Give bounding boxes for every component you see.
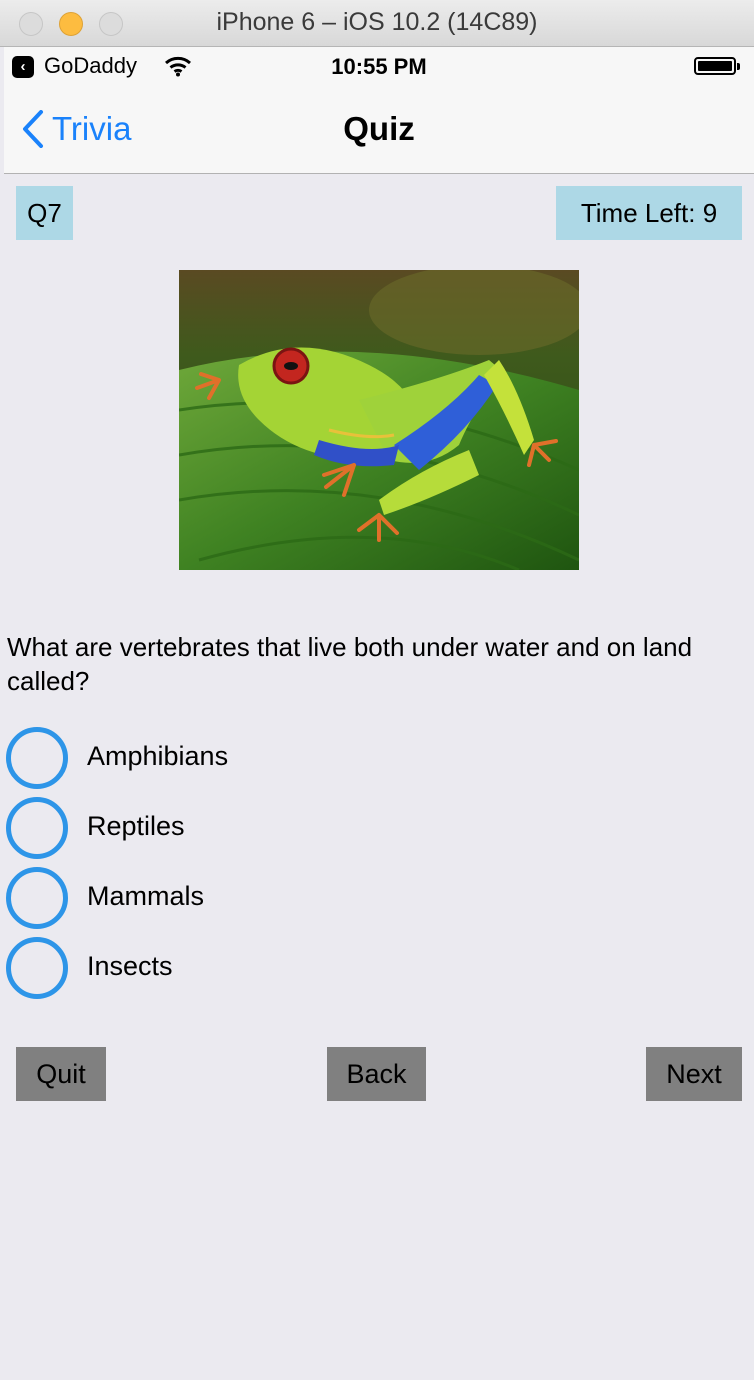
battery-icon <box>694 57 740 75</box>
answer-option[interactable]: Amphibians <box>6 727 426 789</box>
question-number-label: Q7 <box>16 186 73 240</box>
next-button[interactable]: Next <box>646 1047 742 1101</box>
question-image <box>179 270 579 570</box>
radio-button[interactable] <box>6 867 68 929</box>
time-left-label: Time Left: 9 <box>556 186 742 240</box>
answer-option-label: Mammals <box>87 881 205 911</box>
simulator-window: iPhone 6 – iOS 10.2 (14C89) ‹ GoDaddy 10… <box>0 0 754 1380</box>
radio-button[interactable] <box>6 727 68 789</box>
status-bar: ‹ GoDaddy 10:55 PM <box>4 47 754 87</box>
question-text: What are vertebrates that live both unde… <box>7 632 693 696</box>
page-title: Quiz <box>343 110 415 147</box>
answer-option-label: Amphibians <box>87 741 229 771</box>
answer-option[interactable]: Mammals <box>6 867 426 929</box>
radio-button[interactable] <box>6 937 68 999</box>
answer-option[interactable]: Insects <box>6 937 426 999</box>
back-button[interactable]: Back <box>327 1047 426 1101</box>
answer-option[interactable]: Reptiles <box>6 797 426 859</box>
status-time: 10:55 PM <box>331 54 427 79</box>
answer-option-label: Insects <box>87 951 173 981</box>
device-screen: ‹ GoDaddy 10:55 PM Trivia Quiz Q7 Time L… <box>4 47 754 1380</box>
quit-button[interactable]: Quit <box>16 1047 106 1101</box>
radio-button[interactable] <box>6 797 68 859</box>
window-title: iPhone 6 – iOS 10.2 (14C89) <box>216 8 538 36</box>
window-titlebar: iPhone 6 – iOS 10.2 (14C89) <box>0 0 754 47</box>
answer-option-label: Reptiles <box>87 811 185 841</box>
navigation-bar: Trivia Quiz <box>4 87 754 174</box>
